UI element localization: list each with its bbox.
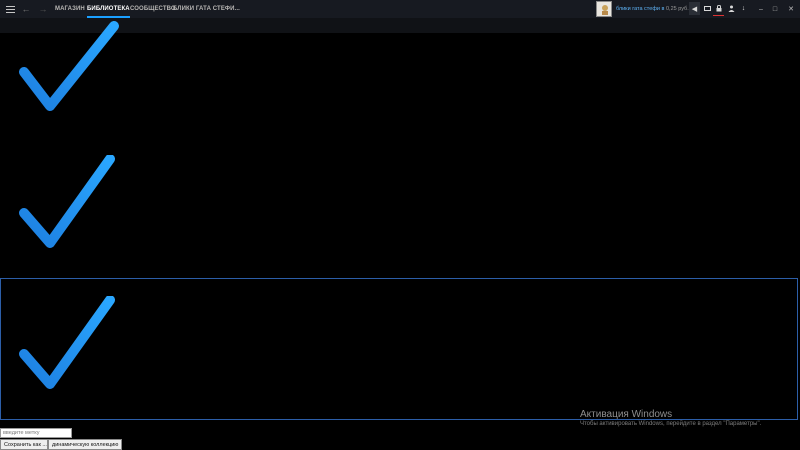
windows-activation-subtitle: Чтобы активировать Windows, перейдите в … <box>580 421 762 427</box>
save-as-button[interactable]: Сохранить как ... <box>0 439 48 450</box>
announcement-icon[interactable]: ◀ <box>689 2 700 15</box>
minimize-icon[interactable]: – <box>754 0 768 18</box>
user-icon[interactable] <box>726 2 737 15</box>
checkmark-icon <box>19 296 115 389</box>
arrow-right-icon[interactable]: → <box>36 2 50 16</box>
lock-icon[interactable] <box>713 2 724 16</box>
avatar[interactable] <box>596 1 612 17</box>
nav-community[interactable]: СООБЩЕСТВО <box>130 0 176 18</box>
arrow-left-icon[interactable]: ← <box>19 2 33 16</box>
checkmark-icon <box>19 155 115 248</box>
top-navigation-bar: ← → МАГАЗИН БИБЛИОТЕКА СООБЩЕСТВО БЛИКИ … <box>0 0 800 18</box>
nav-profile[interactable]: БЛИКИ ГАТА СТЕФИ... <box>173 0 240 18</box>
checkmark-icon <box>19 21 119 111</box>
windows-activation-title: Активация Windows <box>580 409 673 420</box>
nav-store[interactable]: МАГАЗИН <box>55 0 85 18</box>
account-username[interactable]: блики гата стефи в <box>616 0 664 18</box>
chat-icon[interactable] <box>702 2 713 15</box>
tag-input[interactable] <box>0 428 72 438</box>
hamburger-menu-icon[interactable] <box>3 2 17 16</box>
close-icon[interactable]: ✕ <box>784 0 798 18</box>
nav-library[interactable]: БИБЛИОТЕКА <box>87 0 130 18</box>
wallet-balance: 0,25 руб. <box>666 6 689 12</box>
download-icon[interactable]: ↓ <box>738 2 749 15</box>
dynamic-collection-button[interactable]: динамическую коллекцию <box>48 439 122 450</box>
maximize-icon[interactable]: □ <box>768 0 782 18</box>
